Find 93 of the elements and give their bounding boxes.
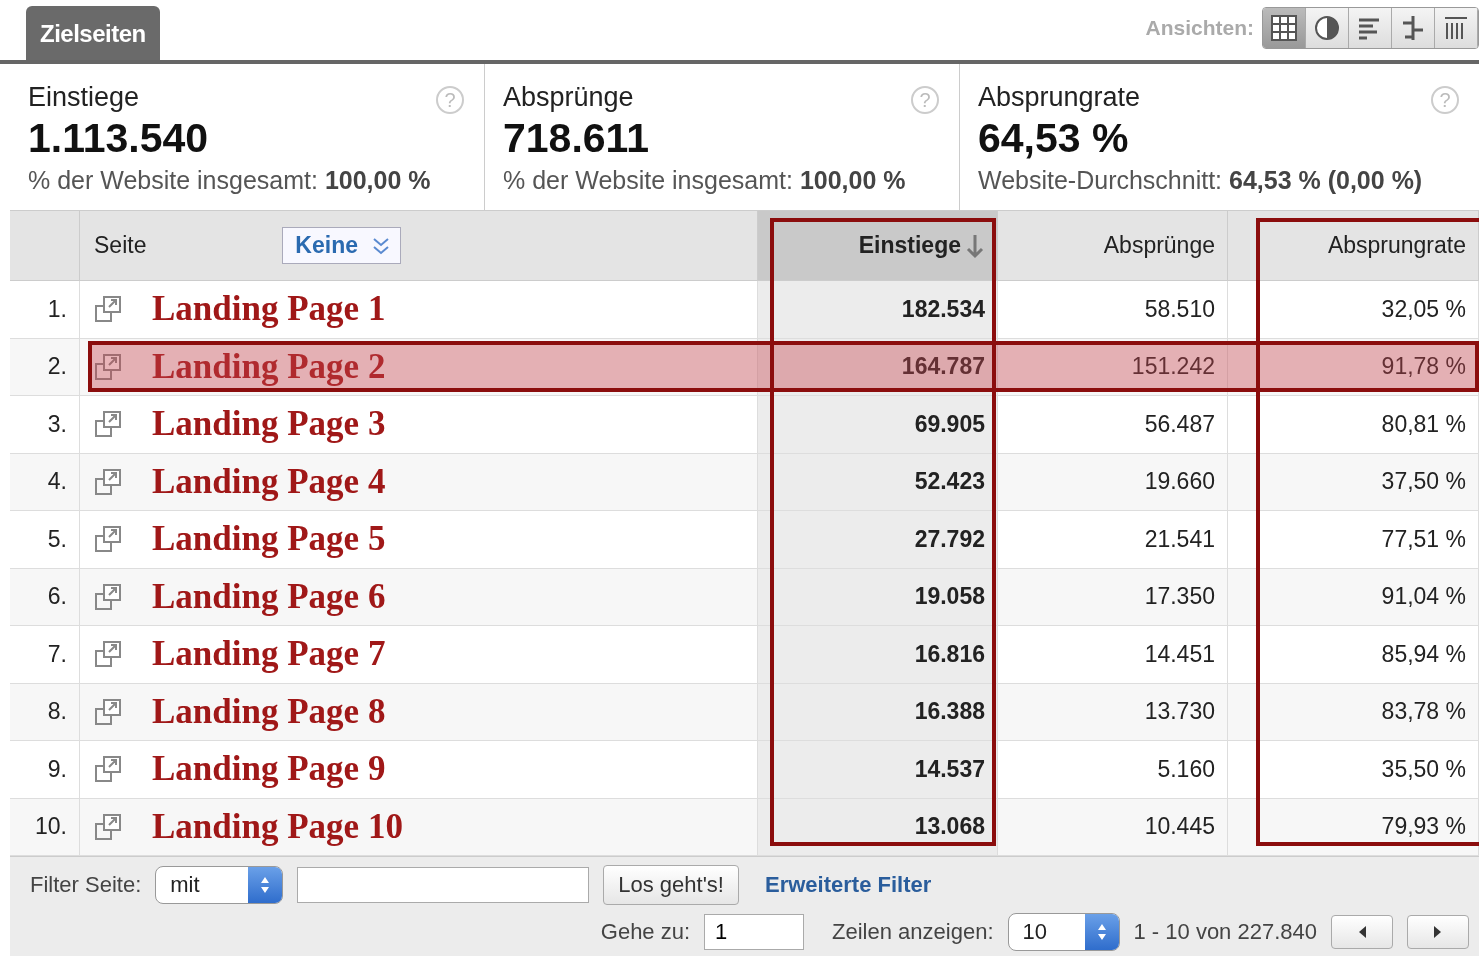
metric-value: 64,53 % bbox=[978, 115, 1130, 162]
go-button[interactable]: Los geht's! bbox=[603, 865, 739, 905]
table-cell: 37,50 % bbox=[1228, 453, 1479, 511]
column-header[interactable]: Einstiege bbox=[758, 211, 998, 281]
page-link[interactable]: Landing Page 3 bbox=[152, 404, 386, 445]
external-link-icon[interactable] bbox=[94, 294, 124, 325]
table-cell: 80,81 % bbox=[1228, 396, 1479, 454]
metric-note: % der Website insgesamt: 100,00 % bbox=[503, 166, 907, 195]
external-link-icon[interactable] bbox=[94, 351, 124, 382]
view-button[interactable] bbox=[1306, 8, 1349, 48]
row-number: 2. bbox=[10, 338, 80, 396]
table-cell: 91,04 % bbox=[1228, 568, 1479, 626]
table-cell: 27.792 bbox=[758, 511, 998, 569]
goto-input[interactable]: 1 bbox=[704, 914, 805, 950]
external-link-icon[interactable] bbox=[94, 466, 124, 497]
external-link-icon[interactable] bbox=[94, 639, 124, 670]
table-cell: 85,94 % bbox=[1228, 626, 1479, 684]
row-number: 6. bbox=[10, 568, 80, 626]
filter-mode-dropdown[interactable]: mit bbox=[155, 866, 284, 904]
table-cell: 21.541 bbox=[998, 511, 1228, 569]
table-cell: 58.510 bbox=[998, 281, 1228, 339]
metric-note: % der Website insgesamt: 100,00 % bbox=[28, 166, 432, 195]
views-label: Ansichten: bbox=[1145, 16, 1254, 40]
filter-label: Filter Seite: bbox=[30, 872, 142, 898]
table-cell: 13.730 bbox=[998, 683, 1228, 741]
table-cell: 151.242 bbox=[998, 338, 1228, 396]
filter-input[interactable] bbox=[297, 867, 590, 903]
right-arrow-icon bbox=[1433, 925, 1443, 939]
row-number: 4. bbox=[10, 453, 80, 511]
table-cell: 182.534 bbox=[758, 281, 998, 339]
metric-value: 718.611 bbox=[503, 115, 650, 162]
previous-button[interactable] bbox=[1331, 915, 1393, 949]
table-cell: 14.537 bbox=[758, 741, 998, 799]
view-button[interactable] bbox=[1349, 8, 1392, 48]
advanced-filter-link[interactable]: Erweiterte Filter bbox=[765, 872, 932, 898]
row-number: 7. bbox=[10, 626, 80, 684]
external-link-icon[interactable] bbox=[94, 581, 124, 612]
external-link-icon[interactable] bbox=[94, 409, 124, 440]
rows-dropdown[interactable]: 10 bbox=[1007, 913, 1120, 951]
pie-chart-icon bbox=[1314, 15, 1340, 41]
metric-note: Website-Durchschnitt: 64,53 % (0,00 %) bbox=[978, 166, 1424, 195]
metric-title: Absprungrate bbox=[978, 82, 1141, 113]
row-number: 9. bbox=[10, 741, 80, 799]
table-cell: 52.423 bbox=[758, 453, 998, 511]
external-link-icon[interactable] bbox=[94, 524, 124, 555]
view-button[interactable] bbox=[1263, 8, 1306, 48]
view-button[interactable] bbox=[1392, 8, 1435, 48]
metric-title: Absprünge bbox=[503, 82, 634, 113]
goto-label: Gehe zu: bbox=[600, 919, 691, 945]
table-cell: 19.058 bbox=[758, 568, 998, 626]
next-button[interactable] bbox=[1407, 915, 1469, 949]
column-header[interactable]: Absprünge bbox=[998, 211, 1228, 281]
page-link[interactable]: Landing Page 9 bbox=[152, 749, 386, 790]
row-number: 3. bbox=[10, 396, 80, 454]
column-header[interactable]: Seite bbox=[94, 232, 147, 259]
segment-dropdown[interactable]: Keine bbox=[282, 227, 401, 264]
table-cell: 32,05 % bbox=[1228, 281, 1479, 339]
sort-arrow-icon bbox=[965, 232, 985, 259]
page-link[interactable]: Landing Page 7 bbox=[152, 634, 386, 675]
view-button[interactable] bbox=[1435, 8, 1478, 48]
columns-icon bbox=[1443, 15, 1469, 41]
rows-label: Zeilen anzeigen: bbox=[832, 919, 994, 945]
table-cell: 16.388 bbox=[758, 683, 998, 741]
metric-title: Einstiege bbox=[28, 82, 140, 113]
table-cell: 16.816 bbox=[758, 626, 998, 684]
tab[interactable]: Zielseiten bbox=[26, 6, 160, 60]
table-cell: 164.787 bbox=[758, 338, 998, 396]
page-link[interactable]: Landing Page 5 bbox=[152, 519, 386, 560]
row-number: 1. bbox=[10, 281, 80, 339]
table-cell: 14.451 bbox=[998, 626, 1228, 684]
external-link-icon[interactable] bbox=[94, 696, 124, 727]
page-range: 1 - 10 von 227.840 bbox=[1133, 919, 1317, 945]
metric-value: 1.113.540 bbox=[28, 115, 210, 162]
external-link-icon[interactable] bbox=[94, 754, 124, 785]
table-cell: 17.350 bbox=[998, 568, 1228, 626]
page-link[interactable]: Landing Page 1 bbox=[152, 289, 386, 330]
column-header[interactable]: Absprungrate bbox=[1228, 211, 1479, 281]
compare-icon bbox=[1400, 15, 1426, 41]
table-cell: 19.660 bbox=[998, 453, 1228, 511]
table-cell: 5.160 bbox=[998, 741, 1228, 799]
table-cell: 10.445 bbox=[998, 798, 1228, 856]
left-arrow-icon bbox=[1357, 925, 1367, 939]
external-link-icon[interactable] bbox=[94, 811, 124, 842]
table-cell: 91,78 % bbox=[1228, 338, 1479, 396]
grid-icon bbox=[1271, 15, 1297, 41]
row-number: 5. bbox=[10, 511, 80, 569]
row-number: 10. bbox=[10, 798, 80, 856]
table-cell: 77,51 % bbox=[1228, 511, 1479, 569]
table-cell: 56.487 bbox=[998, 396, 1228, 454]
row-number: 8. bbox=[10, 683, 80, 741]
table-cell: 35,50 % bbox=[1228, 741, 1479, 799]
table-cell: 69.905 bbox=[758, 396, 998, 454]
table-cell: 83,78 % bbox=[1228, 683, 1479, 741]
